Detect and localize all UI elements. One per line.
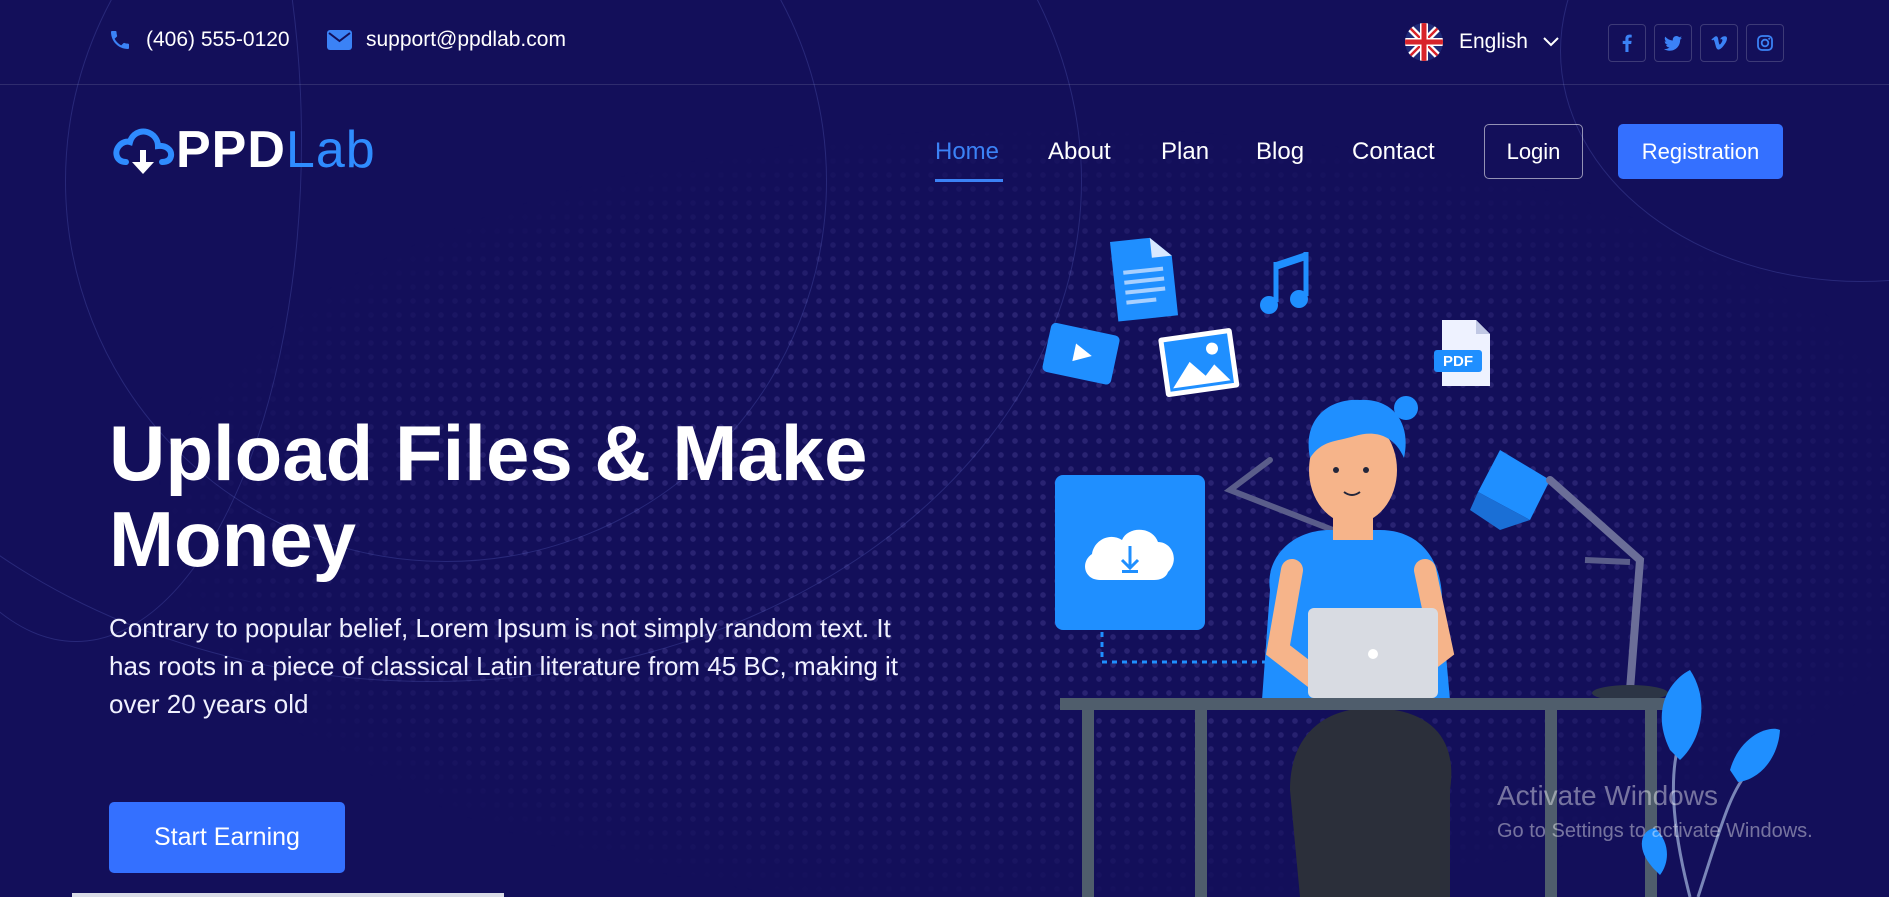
site-logo[interactable]: PPDLab [110,124,376,176]
uk-flag-icon [1405,23,1443,61]
vimeo-icon [1711,36,1727,50]
pdf-file-icon: PDF [1434,320,1490,386]
top-bar: (406) 555-0120 support@ppdlab.com Englis… [0,0,1889,85]
login-button[interactable]: Login [1484,124,1583,179]
facebook-button[interactable] [1608,24,1646,62]
phone-contact[interactable]: (406) 555-0120 [108,28,290,52]
windows-activation-watermark: Activate Windows Go to Settings to activ… [1497,780,1813,843]
hero-title: Upload Files & Make Money [109,409,868,583]
language-selector[interactable]: English [1405,23,1560,61]
logo-wordmark: PPDLab [176,124,376,176]
vimeo-button[interactable] [1700,24,1738,62]
nav-blog[interactable]: Blog [1256,138,1304,166]
instagram-icon [1757,35,1773,51]
nav-home[interactable]: Home [935,138,999,166]
watermark-subtitle: Go to Settings to activate Windows. [1497,820,1813,842]
nav-about[interactable]: About [1048,138,1111,166]
email-contact[interactable]: support@ppdlab.com [327,28,566,52]
facebook-icon [1622,34,1632,52]
nav-active-indicator [935,179,1003,182]
nav-contact[interactable]: Contact [1352,138,1435,166]
phone-icon [111,31,129,49]
instagram-button[interactable] [1746,24,1784,62]
pdf-label: PDF [1443,353,1473,370]
horizontal-scrollbar[interactable] [72,893,504,897]
watermark-title: Activate Windows [1497,780,1718,811]
cloud-download-icon [113,128,175,174]
hero-description: Contrary to popular belief, Lorem Ipsum … [109,613,899,719]
logo-part-lab: Lab [285,121,376,179]
twitter-icon [1664,35,1682,51]
document-icon [1110,237,1179,322]
email-address: support@ppdlab.com [366,28,566,51]
music-note-icon [1260,252,1309,314]
logo-part-ppd: PPD [176,121,286,179]
video-icon [1042,322,1120,385]
nav-plan[interactable]: Plan [1161,138,1209,166]
start-earning-button[interactable]: Start Earning [109,802,345,873]
twitter-button[interactable] [1654,24,1692,62]
phone-number: (406) 555-0120 [146,28,290,51]
envelope-icon [327,30,352,50]
chevron-down-icon [1543,37,1559,47]
language-label: English [1459,30,1528,53]
person-at-desk [1262,396,1455,897]
registration-button[interactable]: Registration [1618,124,1783,179]
image-icon [1158,328,1240,398]
